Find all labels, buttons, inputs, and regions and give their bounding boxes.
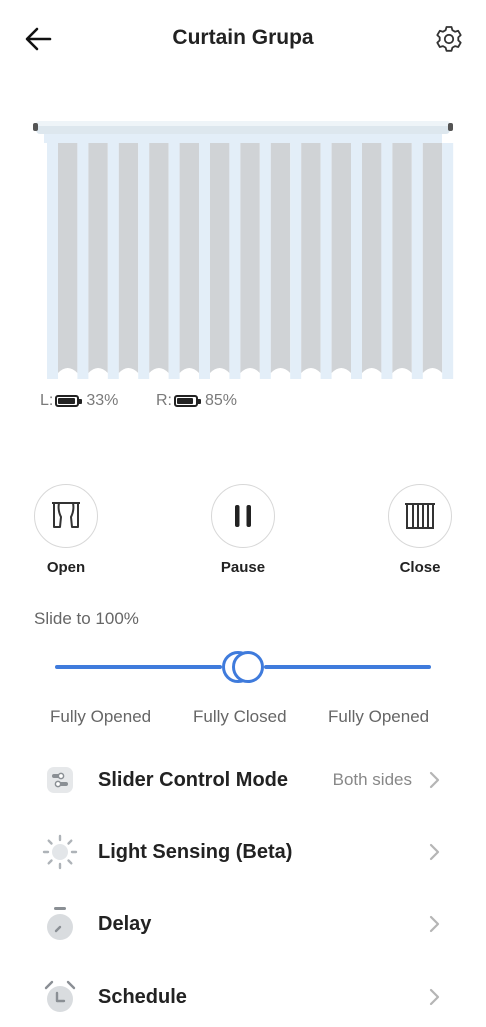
curtain-pleat-highlight <box>168 143 180 379</box>
battery-right-percent: 85% <box>205 392 238 409</box>
slider-control-mode-label: Slider Control Mode <box>98 768 288 791</box>
curtain-fold <box>149 143 169 373</box>
sun-icon <box>40 832 80 872</box>
open-button[interactable] <box>34 484 98 548</box>
curtain-fold <box>210 143 230 373</box>
curtain-fold <box>270 143 291 373</box>
pause-icon <box>235 505 251 527</box>
battery-icon <box>55 395 83 407</box>
curtain-fold <box>331 143 351 373</box>
schedule-row[interactable]: Schedule <box>0 967 486 1027</box>
battery-icon <box>174 395 201 407</box>
slider-thumb-right[interactable] <box>232 651 264 683</box>
chevron-right-icon <box>429 771 440 789</box>
curtain-pleat-highlight <box>411 143 423 379</box>
chevron-right-icon <box>429 843 440 861</box>
delay-label: Delay <box>98 912 152 935</box>
light-sensing-label: Light Sensing (Beta) <box>98 840 293 863</box>
curtain-pleat-highlight <box>77 143 89 379</box>
battery-left-percent: 33% <box>86 392 119 409</box>
chevron-right-icon <box>429 915 440 933</box>
curtain-fold <box>392 143 412 373</box>
curtain-pleat-highlight <box>442 143 454 379</box>
slider-control-mode-row[interactable]: Slider Control Mode Both sides <box>0 750 486 810</box>
curtain-fold <box>88 143 108 373</box>
curtain-fold <box>240 143 260 373</box>
curtain-pleat-highlight <box>138 143 150 379</box>
curtain-pleat-highlight <box>320 143 332 379</box>
curtain-pleat-highlight <box>381 143 393 379</box>
curtain-fold <box>179 143 199 373</box>
slider-track-left[interactable] <box>55 665 222 669</box>
curtain-illustration <box>33 121 454 379</box>
slider-label-right: Fully Opened <box>328 707 430 726</box>
curtain-fold <box>301 143 321 373</box>
curtain-pleat-highlight <box>259 143 271 379</box>
curtain-pleat-highlight <box>107 143 119 379</box>
battery-left: L: 33% <box>40 392 118 410</box>
slider-caption: Slide to 100% <box>34 609 139 628</box>
close-button[interactable] <box>388 484 452 548</box>
pause-label: Pause <box>220 559 266 576</box>
schedule-label: Schedule <box>98 985 187 1008</box>
delay-row[interactable]: Delay <box>0 894 486 954</box>
battery-left-prefix: L: <box>40 392 54 409</box>
gear-icon <box>436 26 462 52</box>
curtain-open-icon <box>52 502 80 528</box>
curtain-pleat-highlight <box>351 143 362 379</box>
slider-control-mode-value: Both sides <box>332 770 412 789</box>
slider-track-right[interactable] <box>264 665 431 669</box>
pause-button[interactable] <box>211 484 275 548</box>
timer-icon <box>40 904 80 944</box>
curtain-pleat-highlight <box>47 143 58 379</box>
light-sensing-row[interactable]: Light Sensing (Beta) <box>0 822 486 882</box>
curtain-fold <box>58 143 78 373</box>
battery-right: R: 85% <box>156 392 237 410</box>
curtain-fold <box>118 143 139 373</box>
slider-mode-icon <box>40 760 80 800</box>
page-title: Curtain Grupa <box>172 26 314 49</box>
curtain-fold <box>362 143 382 373</box>
curtain-pleat-highlight <box>199 143 210 379</box>
slider-label-left: Fully Opened <box>50 707 152 726</box>
curtain-fold <box>422 143 443 373</box>
curtain-pleat-highlight <box>229 143 241 379</box>
slider-label-center: Fully Closed <box>193 707 287 726</box>
curtain-close-icon <box>405 503 435 529</box>
chevron-right-icon <box>429 988 440 1006</box>
curtain-position-slider[interactable] <box>55 648 431 686</box>
alarm-clock-icon <box>40 977 80 1017</box>
settings-button[interactable] <box>432 22 466 56</box>
close-label: Close <box>399 559 441 576</box>
curtain-pleat-highlight <box>290 143 302 379</box>
battery-right-prefix: R: <box>156 392 172 409</box>
open-label: Open <box>46 559 86 576</box>
